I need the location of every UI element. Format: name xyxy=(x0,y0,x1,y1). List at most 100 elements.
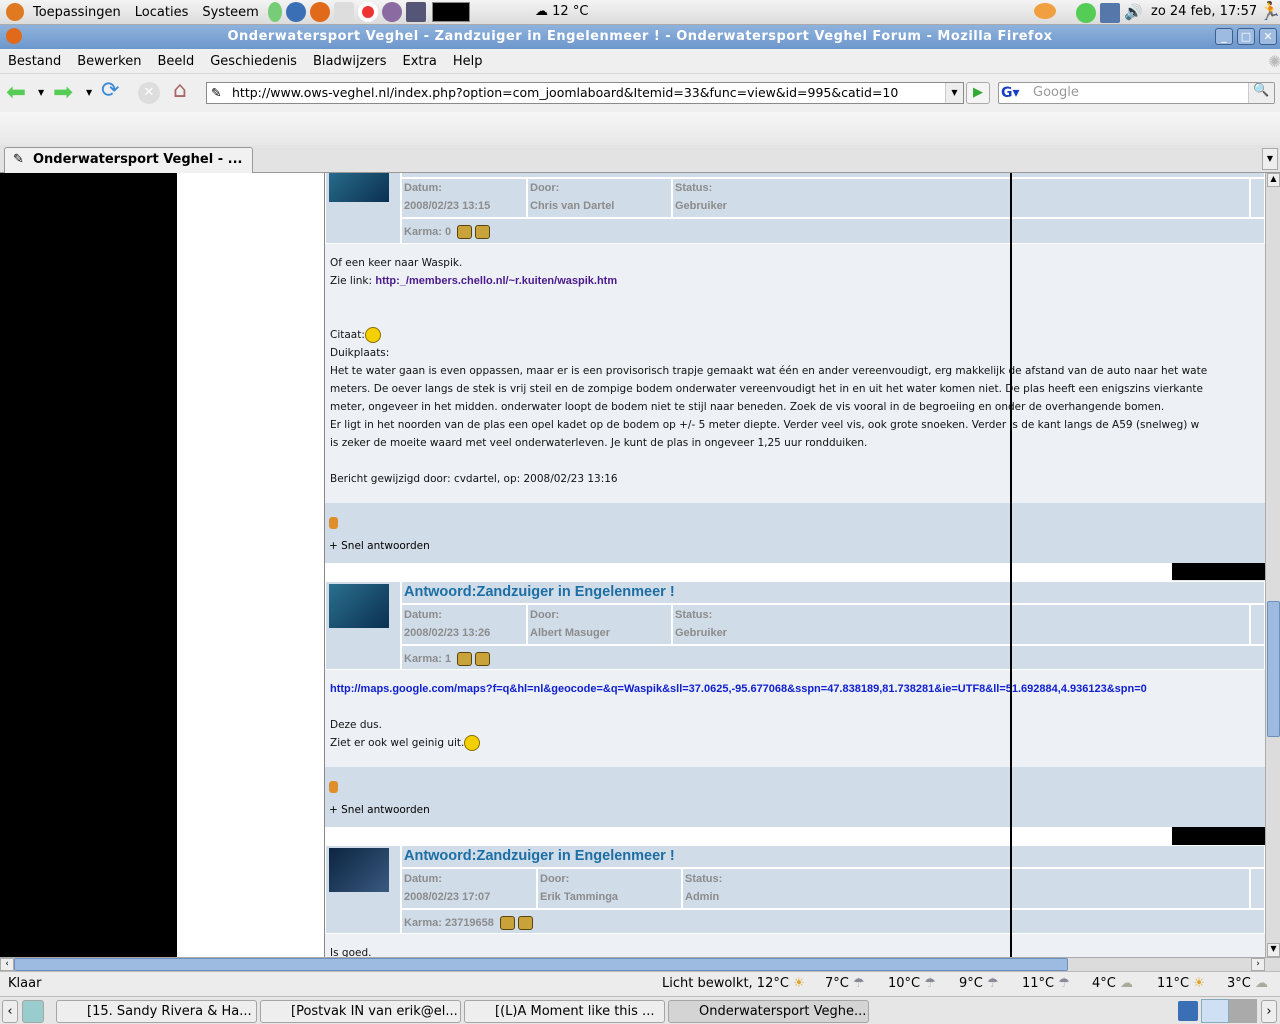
weather-forecast[interactable]: 7°C ☂ xyxy=(825,976,865,991)
scroll-down-button[interactable]: ▼ xyxy=(1267,943,1280,957)
maximize-button[interactable]: □ xyxy=(1237,28,1255,45)
horizontal-scrollbar[interactable]: ‹ › xyxy=(0,957,1280,971)
status-icon[interactable] xyxy=(1076,3,1096,23)
thumbs-up-icon[interactable] xyxy=(457,225,473,239)
author-cell: Door: Chris van Dartel xyxy=(527,178,672,218)
url-history-dropdown[interactable]: ▼ xyxy=(945,83,963,103)
clock[interactable]: zo 24 feb, 17:57 xyxy=(1151,4,1257,19)
status-label: Status: xyxy=(675,609,713,621)
network-manager-icon[interactable] xyxy=(1100,3,1120,23)
post-link[interactable]: http:_/members.chello.nl/~r.kuiten/waspi… xyxy=(375,275,617,287)
scroll-up-button[interactable]: ▲ xyxy=(1267,173,1280,187)
network-icon[interactable] xyxy=(267,2,282,22)
help-icon[interactable] xyxy=(357,2,378,22)
vertical-scroll-thumb[interactable] xyxy=(1267,601,1280,737)
vertical-scrollbar[interactable]: ▲ ▼ xyxy=(1265,173,1280,957)
reload-button[interactable]: ⟳ xyxy=(101,78,119,103)
avatar-cell xyxy=(325,845,401,934)
post-link[interactable]: http://maps.google.com/maps?f=q&hl=nl&ge… xyxy=(330,680,1260,698)
post-body: Is goed. xyxy=(325,934,1265,957)
thumbs-down-icon[interactable] xyxy=(517,916,533,930)
post-title[interactable]: Antwoord:Zandzuiger in Engelenmeer ! xyxy=(404,848,675,864)
scroll-left-button[interactable]: ‹ xyxy=(0,958,14,971)
back-button[interactable]: ⬅ xyxy=(6,78,26,106)
taskbar-item-music[interactable]: [15. Sandy Rivera & Ha... xyxy=(56,1000,257,1023)
menu-file[interactable]: Bestand xyxy=(0,54,69,69)
render-artifact-bar xyxy=(1172,563,1265,580)
weather-forecast[interactable]: 11°C ☀ xyxy=(1157,976,1205,991)
window-title: Onderwatersport Veghel - Zandzuiger in E… xyxy=(227,29,1053,44)
post-title[interactable]: Antwoord:Zandzuiger in Engelenmeer ! xyxy=(404,584,675,600)
quote-title: Duikplaats: xyxy=(330,347,390,359)
back-history-dropdown[interactable]: ▼ xyxy=(38,88,44,97)
menu-tools[interactable]: Extra xyxy=(395,54,445,69)
status-cell: Status: Gebruiker xyxy=(672,178,1250,218)
weather-applet[interactable]: ☁ 12 °C xyxy=(535,4,588,19)
show-desktop-button[interactable] xyxy=(22,1000,44,1023)
post-author[interactable]: Erik Tamminga xyxy=(540,891,618,903)
search-engine-selector[interactable]: G▾ xyxy=(1001,84,1029,102)
stop-button[interactable]: ✕ xyxy=(138,82,160,104)
taskbar-item-firefox[interactable]: Onderwatersport Veghe... xyxy=(668,1000,869,1023)
taskbar-item-mail[interactable]: [Postvak IN van erik@el... xyxy=(260,1000,461,1023)
menu-edit[interactable]: Bewerken xyxy=(69,54,149,69)
taskbar-scroll-right[interactable]: › xyxy=(1261,1000,1277,1023)
menu-bookmarks[interactable]: Bladwijzers xyxy=(305,54,395,69)
date-label: Datum: xyxy=(404,873,442,885)
menu-history[interactable]: Geschiedenis xyxy=(202,54,305,69)
media-icon[interactable] xyxy=(405,2,426,22)
post-author[interactable]: Albert Masuger xyxy=(530,627,610,639)
weather-forecast[interactable]: 10°C ☂ xyxy=(888,976,936,991)
menu-help[interactable]: Help xyxy=(445,54,491,69)
workspace-1[interactable] xyxy=(1201,999,1229,1023)
search-icon[interactable]: 🔍 xyxy=(1248,83,1274,103)
logout-icon[interactable]: 🏃 xyxy=(1259,1,1280,22)
avatar-cell xyxy=(325,173,401,244)
weather-forecast[interactable]: 9°C ☂ xyxy=(959,976,999,991)
tab-onderwatersport[interactable]: ✎ Onderwatersport Veghel - ... xyxy=(4,147,253,173)
quote-line: Er ligt in het noorden van de plas een o… xyxy=(330,419,1200,431)
thumbs-down-icon[interactable] xyxy=(475,225,491,239)
user-profile-icon[interactable] xyxy=(329,781,338,793)
keyring-icon[interactable] xyxy=(1034,3,1056,19)
url-bar[interactable]: ✎ http://www.ows-veghel.nl/index.php?opt… xyxy=(206,82,964,104)
weather-current[interactable]: Licht bewolkt, 12°C ☀ xyxy=(662,976,805,991)
menu-places[interactable]: Locaties xyxy=(128,5,196,20)
taskbar-item-chat[interactable]: [(L)A Moment like this ... xyxy=(464,1000,665,1023)
search-box[interactable]: G▾ Google 🔍 xyxy=(998,82,1275,104)
menu-applications[interactable]: Toepassingen xyxy=(26,5,128,20)
forward-button[interactable]: ➡ xyxy=(53,78,73,106)
minimize-button[interactable]: _ xyxy=(1215,28,1233,45)
close-button[interactable]: ✕ xyxy=(1259,28,1277,45)
pidgin-icon[interactable] xyxy=(381,2,402,22)
weather-forecast[interactable]: 4°C ☁ xyxy=(1092,976,1133,991)
scroll-right-button[interactable]: › xyxy=(1251,958,1265,971)
quick-reply-link[interactable]: + Snel antwoorden xyxy=(329,540,430,552)
post-author[interactable]: Chris van Dartel xyxy=(530,200,614,212)
volume-icon[interactable]: 🔊 xyxy=(1124,3,1143,21)
tab-list-button[interactable]: ▼ xyxy=(1262,148,1278,170)
forward-history-dropdown[interactable]: ▼ xyxy=(86,88,92,97)
home-button[interactable]: ⌂ xyxy=(173,78,187,103)
weather-forecast[interactable]: 11°C ☂ xyxy=(1022,976,1070,991)
url-text: http://www.ows-veghel.nl/index.php?optio… xyxy=(232,85,899,100)
user-profile-icon[interactable] xyxy=(329,517,338,529)
menu-system[interactable]: Systeem xyxy=(195,5,265,20)
workspace-icon[interactable] xyxy=(1178,1001,1198,1021)
menu-view[interactable]: Beeld xyxy=(149,54,202,69)
weather-forecast[interactable]: 3°C ☁ xyxy=(1227,976,1268,991)
site-favicon-icon: ✎ xyxy=(13,152,24,167)
mail-clock-icon[interactable] xyxy=(333,2,354,22)
system-monitor-graph[interactable] xyxy=(431,2,470,22)
go-button[interactable]: ▶ xyxy=(966,82,990,104)
taskbar-scroll-left[interactable]: ‹ xyxy=(2,1000,18,1023)
horizontal-scroll-thumb[interactable] xyxy=(14,958,1068,971)
workspace-2[interactable] xyxy=(1229,999,1257,1023)
thumbs-up-icon[interactable] xyxy=(457,652,473,666)
quick-reply-link[interactable]: + Snel antwoorden xyxy=(329,804,430,816)
thumbs-down-icon[interactable] xyxy=(475,652,491,666)
thunderbird-icon[interactable] xyxy=(285,2,306,22)
ubuntu-logo-icon[interactable] xyxy=(6,3,24,21)
thumbs-up-icon[interactable] xyxy=(499,916,515,930)
firefox-icon[interactable] xyxy=(309,2,330,22)
